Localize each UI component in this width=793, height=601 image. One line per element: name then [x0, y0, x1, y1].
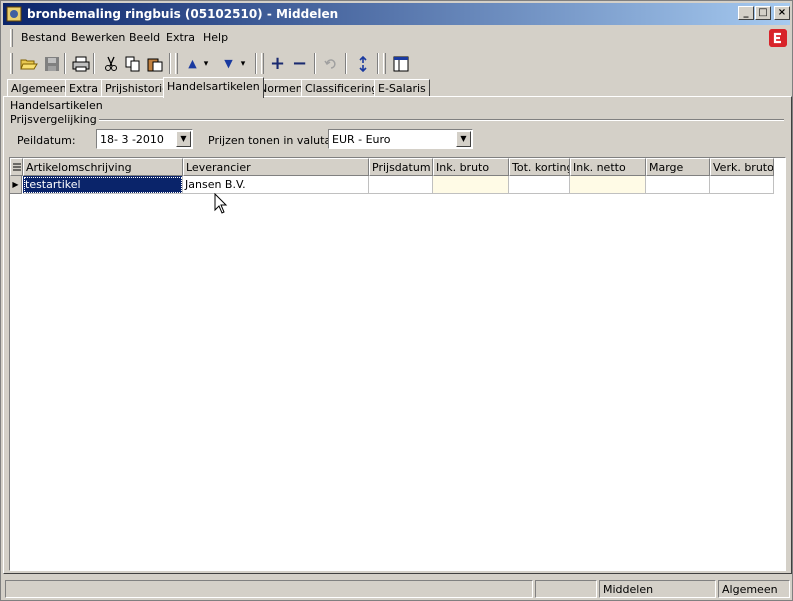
menu-bestand[interactable]: Bestand	[21, 31, 66, 44]
toolbar-grip-3[interactable]	[261, 53, 264, 74]
menu-grip[interactable]	[10, 29, 13, 47]
main-window: bronbemaling ringbuis (05102510) - Midde…	[0, 0, 793, 601]
menu-extra[interactable]: Extra	[166, 31, 195, 44]
layout-icon[interactable]	[389, 53, 412, 75]
toolbar-separator	[314, 53, 316, 74]
table-row-cell-marge[interactable]	[646, 176, 710, 194]
status-pane-main	[5, 580, 533, 598]
peildatum-value: 18- 3 -2010	[100, 133, 164, 146]
title-bar[interactable]: bronbemaling ringbuis (05102510) - Midde…	[3, 3, 790, 25]
toolbar-separator	[255, 53, 257, 74]
toolbar-grip-2[interactable]	[175, 53, 178, 74]
column-header-ink-bruto[interactable]: Ink. bruto	[433, 158, 509, 176]
app-icon	[6, 6, 22, 22]
toolbar-grip-4[interactable]	[383, 53, 386, 74]
group-label-prijsvergelijking: Prijsvergelijking	[10, 113, 99, 126]
arrow-up-dropdown-icon[interactable]: ▾	[200, 53, 212, 75]
print-icon[interactable]	[69, 53, 92, 75]
paste-icon[interactable]	[143, 53, 166, 75]
menu-help[interactable]: Help	[203, 31, 228, 44]
window-title: bronbemaling ringbuis (05102510) - Midde…	[27, 7, 339, 21]
copy-icon[interactable]	[121, 53, 144, 75]
table-row-cell-prijsdatum[interactable]	[369, 176, 433, 194]
grid-column-chooser-icon[interactable]	[10, 158, 23, 176]
table-row-cell-tot-korting[interactable]	[509, 176, 570, 194]
tab-extra[interactable]: Extra	[65, 79, 103, 97]
table-row-cell-leverancier[interactable]: Jansen B.V.	[183, 176, 369, 194]
menu-beeld[interactable]: Beeld	[129, 31, 160, 44]
add-icon[interactable]: +	[266, 53, 289, 75]
tab-classificering[interactable]: Classificering	[301, 79, 383, 97]
column-header-marge[interactable]: Marge	[646, 158, 710, 176]
column-header-tot-korting[interactable]: Tot. korting	[509, 158, 570, 176]
status-pane-tab: Algemeen	[718, 580, 790, 598]
toolbar-grip[interactable]	[10, 53, 13, 74]
valuta-label: Prijzen tonen in valuta:	[208, 134, 335, 147]
refresh-icon[interactable]	[351, 53, 374, 75]
toolbar-separator	[93, 53, 95, 74]
table-row-cell-ink-netto[interactable]	[570, 176, 646, 194]
valuta-value: EUR - Euro	[332, 133, 391, 146]
maximize-button[interactable]: □	[755, 6, 771, 20]
toolbar: ▲ ▾ ▼ ▾ + −	[3, 51, 790, 77]
peildatum-datepicker[interactable]: 18- 3 -2010 ▼	[96, 129, 193, 149]
table-row-cell-verk-bruto[interactable]	[710, 176, 774, 194]
chevron-down-icon[interactable]: ▼	[456, 131, 471, 147]
menu-bar: Bestand Bewerken Beeld Extra Help	[3, 27, 790, 49]
tab-handelsartikelen[interactable]: Handelsartikelen	[163, 77, 264, 98]
status-bar: Middelen Algemeen	[3, 578, 792, 600]
row-indicator-icon[interactable]: ▶	[10, 176, 22, 194]
column-header-prijsdatum[interactable]: Prijsdatum	[369, 158, 433, 176]
cut-icon[interactable]	[99, 53, 122, 75]
table-row-cell-ink-bruto[interactable]	[433, 176, 509, 194]
mouse-cursor-icon	[214, 193, 228, 214]
status-pane-blank	[535, 580, 597, 598]
section-title: Handelsartikelen	[10, 99, 103, 112]
column-header-artikelomschrijving[interactable]: Artikelomschrijving	[23, 158, 183, 176]
undo-icon[interactable]	[319, 53, 342, 75]
group-divider	[93, 119, 784, 121]
column-header-ink-netto[interactable]: Ink. netto	[570, 158, 646, 176]
toolbar-separator	[345, 53, 347, 74]
chevron-down-icon[interactable]: ▼	[176, 131, 191, 147]
save-icon[interactable]	[40, 53, 63, 75]
menu-bewerken[interactable]: Bewerken	[71, 31, 125, 44]
remove-icon[interactable]: −	[288, 53, 311, 75]
peildatum-label: Peildatum:	[17, 134, 76, 147]
close-button[interactable]: ×	[774, 6, 790, 20]
toolbar-separator	[377, 53, 379, 74]
app-logo-icon	[769, 29, 787, 47]
column-header-verk-bruto[interactable]: Verk. bruto	[710, 158, 774, 176]
table-row-cell-artikelomschrijving[interactable]: testartikel	[23, 176, 183, 194]
arrow-down-dropdown-icon[interactable]: ▾	[237, 53, 249, 75]
tab-e-salaris[interactable]: E-Salaris	[374, 79, 430, 97]
toolbar-separator	[169, 53, 171, 74]
minimize-button[interactable]: _	[738, 6, 754, 20]
column-header-leverancier[interactable]: Leverancier	[183, 158, 369, 176]
valuta-select[interactable]: EUR - Euro ▼	[328, 129, 473, 149]
status-pane-module: Middelen	[599, 580, 716, 598]
tab-algemeen[interactable]: Algemeen	[7, 79, 71, 97]
articles-grid[interactable]: Artikelomschrijving Leverancier Prijsdat…	[9, 157, 786, 571]
toolbar-separator	[64, 53, 66, 74]
open-icon[interactable]	[17, 53, 40, 75]
